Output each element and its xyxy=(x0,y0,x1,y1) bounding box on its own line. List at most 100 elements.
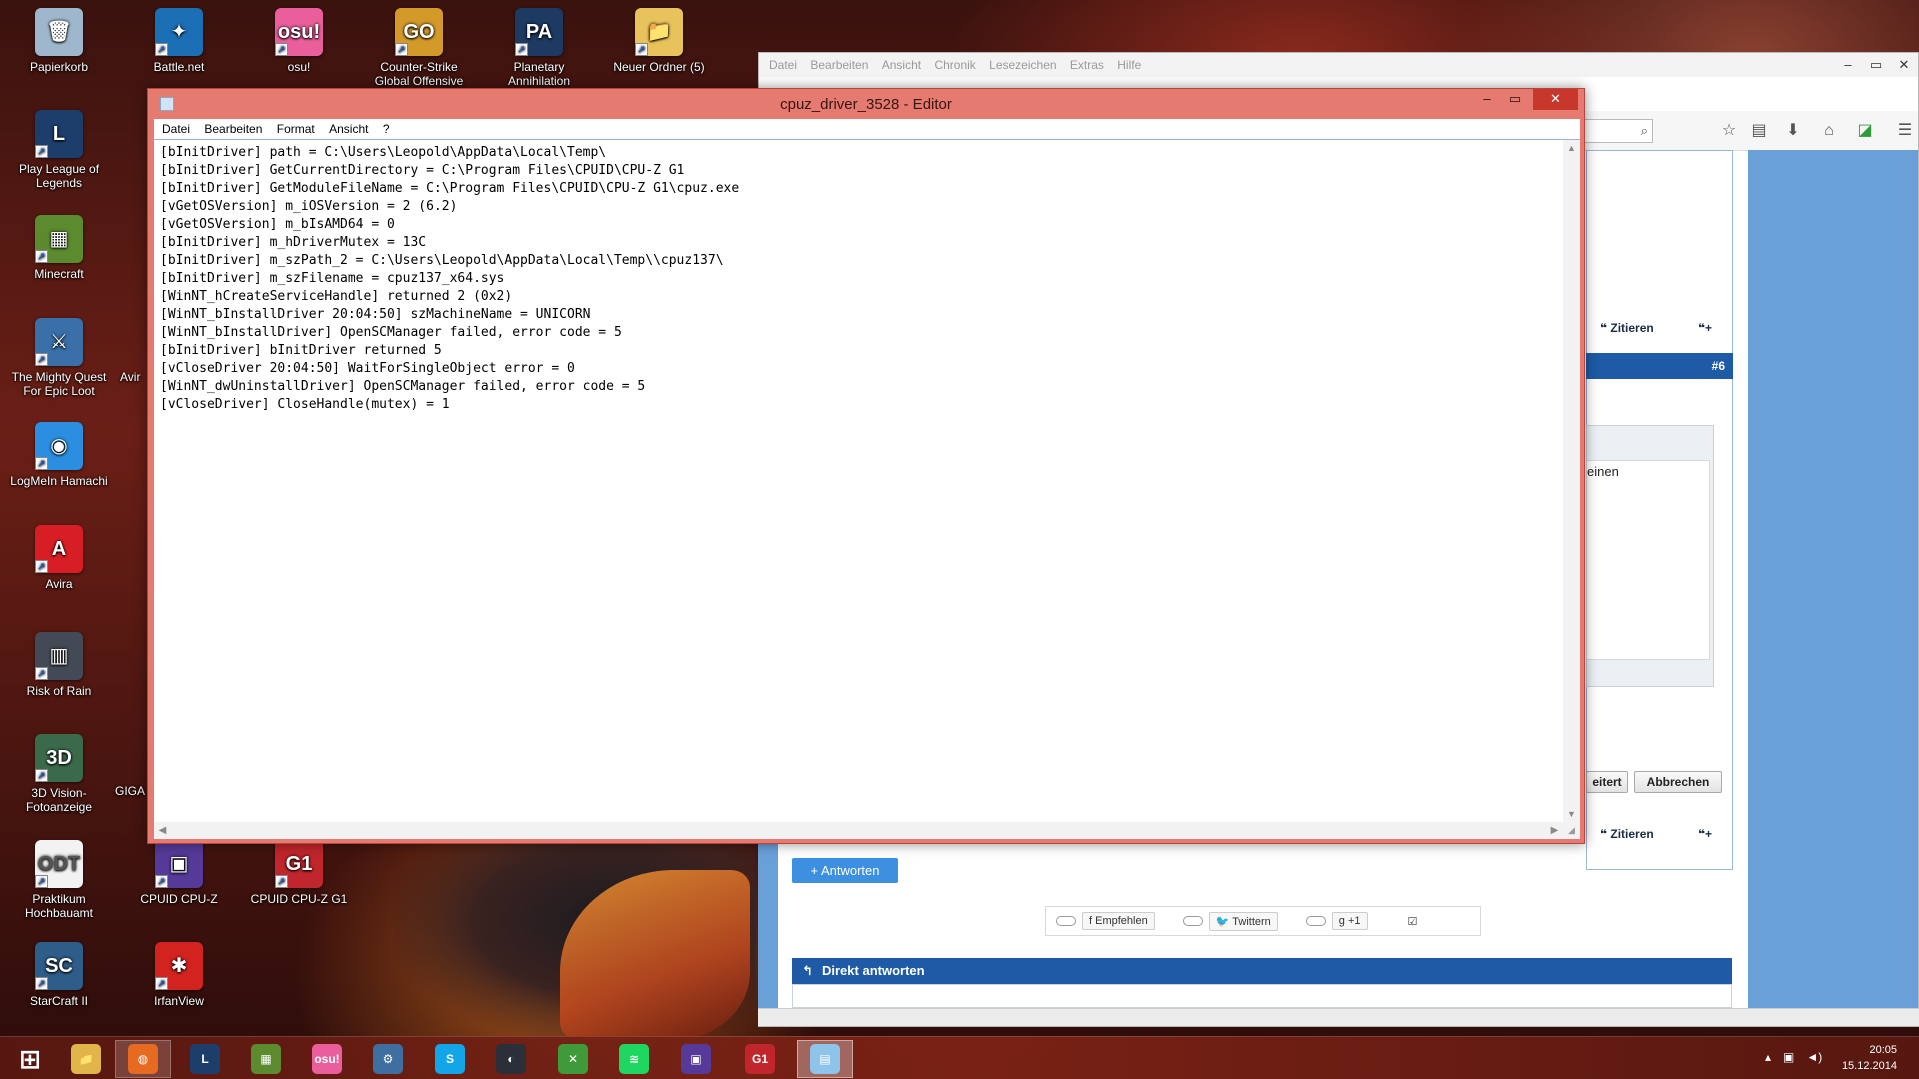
menu-format[interactable]: Format xyxy=(277,119,315,139)
scroll-down-icon[interactable]: ▼ xyxy=(1563,806,1580,823)
desktop-icon-irfanview[interactable]: ✱ ↗ IrfanView xyxy=(123,942,235,1008)
share-settings-icon[interactable]: ☑ xyxy=(1408,915,1418,928)
taskbar-osu[interactable]: osu! xyxy=(299,1040,355,1078)
multi-quote-icon-2[interactable]: ❝+ xyxy=(1698,827,1712,841)
download-icon[interactable]: ⬇ xyxy=(1783,121,1803,141)
quote-button-2[interactable]: ❝ Zitieren xyxy=(1600,827,1654,841)
ff-menu-hilfe[interactable]: Hilfe xyxy=(1117,53,1141,77)
maximize-icon[interactable]: ▭ xyxy=(1862,53,1890,77)
home-icon[interactable]: ⌂ xyxy=(1819,121,1839,141)
gplus-button[interactable]: g +1 xyxy=(1331,912,1368,930)
minimize-icon[interactable]: – xyxy=(1474,89,1500,110)
desktop-icon-minecraft[interactable]: ▦ ↗ Minecraft xyxy=(3,215,115,281)
notepad-titlebar[interactable]: cpuz_driver_3528 - Editor – ▭ ✕ xyxy=(148,89,1584,119)
continue-button[interactable]: eitert xyxy=(1586,771,1628,793)
minimize-icon[interactable]: – xyxy=(1834,53,1862,77)
taskbar-spotify[interactable]: ≋ xyxy=(606,1040,662,1078)
desktop-icon-cpuid-cpu-z[interactable]: ▣ ↗ CPUID CPU-Z xyxy=(123,840,235,906)
resize-grip-icon[interactable]: ◢ xyxy=(1563,822,1580,839)
taskbar-notepad[interactable]: ▤ xyxy=(797,1040,853,1078)
toggle-icon[interactable] xyxy=(1182,916,1203,926)
taskbar-minecraft[interactable]: ▦ xyxy=(238,1040,294,1078)
desktop-icon-label: Counter-Strike Global Offensive xyxy=(374,60,464,88)
ff-menu-bearbeiten[interactable]: Bearbeiten xyxy=(810,53,868,77)
text-content[interactable]: [bInitDriver] path = C:\Users\Leopold\Ap… xyxy=(160,144,739,414)
cpuid-cpu-z-icon: ▣ ↗ xyxy=(155,840,203,888)
desktop-icon-papierkorb[interactable]: 🗑 Papierkorb xyxy=(3,8,115,74)
scroll-left-icon[interactable]: ◀ xyxy=(154,822,171,839)
text-area[interactable]: [bInitDriver] path = C:\Users\Leopold\Ap… xyxy=(154,139,1580,839)
toggle-icon[interactable] xyxy=(1305,916,1326,926)
desktop-icon-planetary-annihilation[interactable]: PA ↗ Planetary Annihilation xyxy=(483,8,595,88)
cpu-z-g1-icon: G1 xyxy=(745,1044,775,1074)
vertical-scrollbar[interactable]: ▲ ▼ xyxy=(1563,140,1580,823)
maximize-icon[interactable]: ▭ xyxy=(1502,89,1528,110)
desktop-icon-play-league-of-legends[interactable]: L ↗ Play League of Legends xyxy=(3,110,115,190)
taskbar-steam-settings[interactable]: ⚙ xyxy=(360,1040,416,1078)
taskbar-cpu-z-g1[interactable]: G1 xyxy=(732,1040,788,1078)
ff-menu-chronik[interactable]: Chronik xyxy=(934,53,975,77)
menu-help[interactable]: ? xyxy=(383,119,390,139)
close-icon[interactable]: ✕ xyxy=(1533,89,1578,110)
taskbar-cpu-z[interactable]: ▣ xyxy=(668,1040,724,1078)
taskbar-steam[interactable]: ◐ xyxy=(483,1040,539,1078)
quote-button[interactable]: ❝ Zitieren xyxy=(1600,321,1654,335)
taskbar-skype[interactable]: S xyxy=(422,1040,478,1078)
desktop-icon-neuer-ordner-5[interactable]: 📁 ↗ Neuer Ordner (5) xyxy=(603,8,715,74)
horizontal-scrollbar[interactable]: ◀ ▶ xyxy=(154,822,1563,839)
share-facebook[interactable]: f Empfehlen xyxy=(1056,912,1155,930)
desktop-icon-3d-vision-fotoanzeige[interactable]: 3D ↗ 3D Vision-Fotoanzeige xyxy=(3,734,115,814)
network-icon[interactable]: ▣ xyxy=(1783,1050,1794,1064)
desktop-icon-avira[interactable]: A ↗ Avira xyxy=(3,525,115,591)
firefox-horizontal-scrollbar[interactable] xyxy=(758,1008,1919,1026)
taskbar-start-button[interactable]: ⊞ xyxy=(2,1040,58,1078)
multi-quote-icon[interactable]: ❝+ xyxy=(1698,321,1712,335)
taskbar-league-of-legends[interactable]: L xyxy=(177,1040,233,1078)
hamburger-menu-icon[interactable]: ☰ xyxy=(1895,121,1915,141)
menu-datei[interactable]: Datei xyxy=(162,119,190,139)
volume-icon[interactable]: ◄) xyxy=(1806,1050,1822,1064)
menu-ansicht[interactable]: Ansicht xyxy=(329,119,368,139)
clock[interactable]: 20:05 15.12.2014 xyxy=(1842,1042,1897,1074)
desktop-icon-logmein-hamachi[interactable]: ◉ ↗ LogMeIn Hamachi xyxy=(3,422,115,488)
shortcut-arrow-icon: ↗ xyxy=(155,43,168,56)
reading-list-icon[interactable]: ▤ xyxy=(1749,121,1769,141)
desktop-icon-praktikum-hochbauamt[interactable]: ODT ↗ Praktikum Hochbauamt xyxy=(3,840,115,920)
desktop-icon-battle-net[interactable]: ✦ ↗ Battle.net xyxy=(123,8,235,74)
facebook-like-button[interactable]: f Empfehlen xyxy=(1082,912,1155,930)
close-icon[interactable]: ✕ xyxy=(1890,53,1918,77)
menu-bearbeiten[interactable]: Bearbeiten xyxy=(204,119,262,139)
desktop-icon-the-mighty-quest-for-epic-loot[interactable]: ⚔ ↗ The Mighty Quest For Epic Loot xyxy=(3,318,115,398)
bookmark-star-icon[interactable]: ☆ xyxy=(1719,121,1739,141)
desktop-icon-label: osu! xyxy=(287,60,311,74)
desktop-icon-osu[interactable]: osu! ↗ osu! xyxy=(243,8,355,74)
desktop-icon-counter-strike-global-offensive[interactable]: GO ↗ Counter-Strike Global Offensive xyxy=(363,8,475,88)
ff-menu-extras[interactable]: Extras xyxy=(1070,53,1104,77)
ff-menu-lesezeichen[interactable]: Lesezeichen xyxy=(989,53,1056,77)
taskbar-xbox[interactable]: ✕ xyxy=(545,1040,601,1078)
share-twitter[interactable]: 🐦 Twittern xyxy=(1182,911,1278,931)
edit-textarea[interactable]: einen xyxy=(1586,460,1710,660)
scroll-up-icon[interactable]: ▲ xyxy=(1563,140,1580,157)
reply-button[interactable]: + Antworten xyxy=(792,858,898,883)
notepad-window[interactable]: cpuz_driver_3528 - Editor – ▭ ✕ Datei Be… xyxy=(147,88,1585,844)
ff-menu-ansicht[interactable]: Ansicht xyxy=(882,53,921,77)
search-icon[interactable]: ⌕ xyxy=(1641,123,1648,139)
cancel-button[interactable]: Abbrechen xyxy=(1634,771,1722,793)
addon-icon[interactable]: ◪ xyxy=(1855,121,1875,141)
desktop-icon-starcraft-ii[interactable]: SC ↗ StarCraft II xyxy=(3,942,115,1008)
share-gplus[interactable]: g +1 xyxy=(1305,912,1368,930)
desktop-icon-label: Neuer Ordner (5) xyxy=(613,60,705,74)
show-hidden-icons-icon[interactable]: ▴ xyxy=(1765,1050,1771,1064)
toggle-icon[interactable] xyxy=(1056,916,1076,926)
desktop-icon-risk-of-rain[interactable]: ▥ ↗ Risk of Rain xyxy=(3,632,115,698)
shortcut-arrow-icon: ↗ xyxy=(35,667,48,680)
ff-menu-datei[interactable]: Datei xyxy=(769,53,797,77)
twitter-button[interactable]: 🐦 Twittern xyxy=(1208,911,1278,931)
cpu-z-icon: ▣ xyxy=(681,1044,711,1074)
scroll-right-icon[interactable]: ▶ xyxy=(1546,822,1563,839)
shortcut-arrow-icon: ↗ xyxy=(35,250,48,263)
desktop-icon-cpuid-cpu-z-g1[interactable]: G1 ↗ CPUID CPU-Z G1 xyxy=(243,840,355,906)
taskbar-firefox[interactable]: ◍ xyxy=(115,1040,171,1078)
taskbar-explorer[interactable]: 📁 xyxy=(58,1040,114,1078)
